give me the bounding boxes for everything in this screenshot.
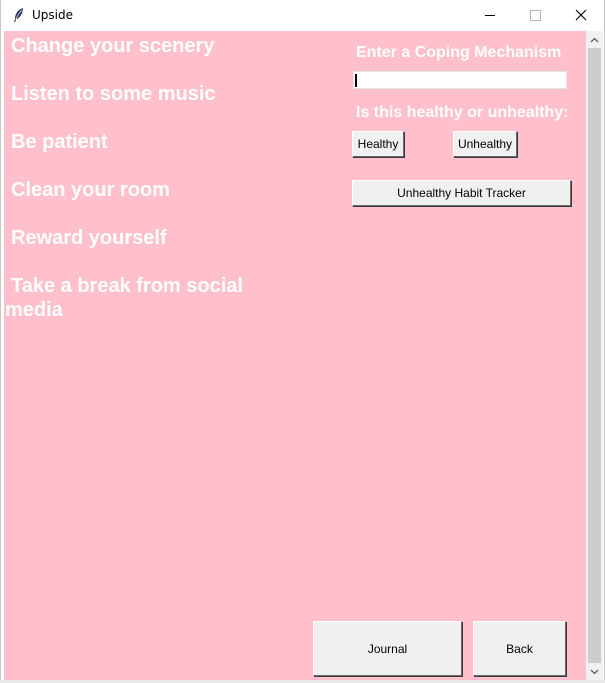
maximize-icon: [530, 10, 541, 21]
journal-button[interactable]: Journal: [313, 621, 462, 676]
mechanism-item: Be patient: [11, 131, 108, 153]
feather-icon: [11, 7, 27, 23]
chevron-down-icon: [590, 669, 599, 674]
unhealthy-habit-tracker-button[interactable]: Unhealthy Habit Tracker: [352, 180, 571, 206]
main-panel: Change your scenery Listen to some music…: [4, 31, 586, 680]
scroll-down-button[interactable]: [586, 663, 603, 680]
mechanism-item: Clean your room: [11, 179, 170, 201]
healthy-button[interactable]: Healthy: [352, 131, 404, 157]
chevron-up-icon: [590, 37, 599, 42]
app-window: Upside Change your scenery Listen to som…: [0, 0, 605, 683]
healthy-question-label: Is this healthy or unhealthy:: [356, 104, 569, 121]
back-button[interactable]: Back: [473, 621, 566, 676]
coping-mechanism-input[interactable]: [353, 71, 567, 89]
vertical-scrollbar[interactable]: [586, 31, 603, 680]
close-icon: [575, 9, 587, 21]
maximize-button[interactable]: [513, 0, 559, 31]
unhealthy-button[interactable]: Unhealthy: [453, 131, 517, 157]
text-cursor: [355, 74, 357, 87]
window-title: Upside: [32, 8, 73, 22]
title-bar[interactable]: Upside: [1, 0, 604, 31]
coping-mechanism-label: Enter a Coping Mechanism: [356, 44, 562, 61]
mechanism-item: Change your scenery: [11, 35, 215, 57]
minimize-icon: [485, 15, 495, 16]
close-button[interactable]: [558, 0, 604, 31]
scrollbar-thumb[interactable]: [588, 48, 601, 663]
scroll-up-button[interactable]: [586, 31, 603, 48]
mechanism-item: Take a break from social media: [5, 275, 243, 321]
mechanism-item: Reward yourself: [11, 227, 167, 249]
minimize-button[interactable]: [467, 0, 513, 31]
mechanism-item: Listen to some music: [11, 83, 216, 105]
